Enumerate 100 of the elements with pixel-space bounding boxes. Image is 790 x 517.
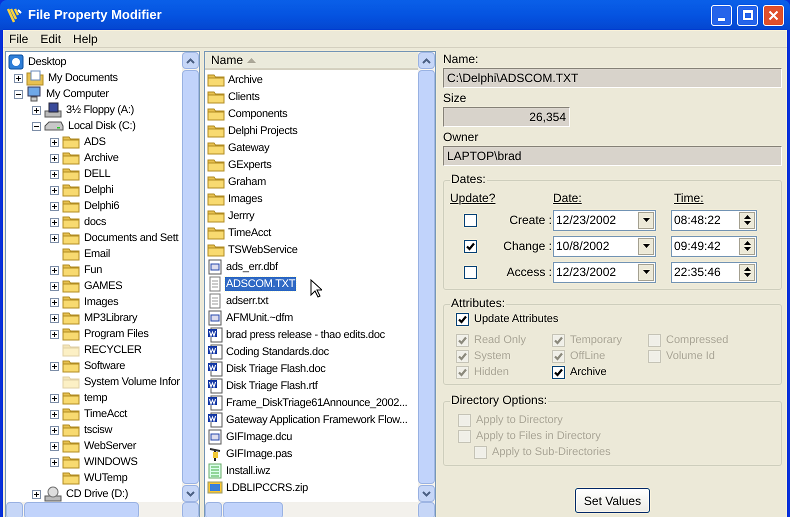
tree-item[interactable]: System Volume Infor	[83, 376, 181, 388]
tree-item[interactable]: Images	[83, 296, 120, 308]
file-name[interactable]: LDBLIPCCRS.zip	[225, 480, 309, 494]
expand-icon[interactable]	[50, 458, 59, 466]
expand-icon[interactable]	[14, 74, 23, 82]
date-picker[interactable]: 10/8/2002	[553, 236, 656, 256]
minimize-button[interactable]	[711, 4, 732, 26]
horizontal-scrollbar[interactable]	[205, 502, 435, 517]
name-column-header[interactable]: Name	[205, 52, 418, 70]
tree-item[interactable]: Program Files	[83, 328, 150, 340]
tree-item[interactable]: TimeAcct	[83, 408, 128, 420]
expand-icon[interactable]	[50, 330, 59, 338]
scroll-down-icon[interactable]	[186, 490, 195, 496]
tree-item[interactable]: Delphi	[83, 184, 114, 196]
file-name[interactable]: AFMUnit.~dfm	[225, 310, 294, 324]
expand-icon[interactable]	[50, 298, 59, 306]
file-name[interactable]: Images	[227, 192, 264, 206]
scroll-up-icon[interactable]	[186, 58, 195, 64]
menu-item[interactable]: File	[4, 30, 34, 48]
time-spinner[interactable]: 22:35:46	[671, 262, 757, 282]
menu-item[interactable]: Help	[68, 30, 103, 48]
tree-item[interactable]: GAMES	[83, 280, 124, 292]
tree-item[interactable]: DELL	[83, 168, 112, 180]
tree-item[interactable]: Email	[83, 248, 112, 260]
close-button[interactable]	[763, 4, 784, 26]
file-name[interactable]: GIFImage.pas	[225, 446, 294, 460]
horizontal-scrollbar[interactable]	[6, 502, 199, 517]
file-name[interactable]: Delphi Projects	[227, 124, 298, 138]
file-name[interactable]: brad press release - thao edits.doc	[225, 328, 386, 342]
checkbox[interactable]	[552, 366, 565, 378]
tree-item[interactable]: MP3Library	[83, 312, 138, 324]
vertical-scrollbar[interactable]	[418, 52, 435, 502]
expand-icon[interactable]	[50, 282, 59, 290]
tree-item[interactable]: tscisw	[83, 424, 114, 436]
tree-item[interactable]: ADS	[83, 136, 107, 148]
collapse-icon[interactable]	[14, 90, 23, 98]
file-name[interactable]: TSWebService	[227, 242, 299, 256]
tree-item[interactable]: CD Drive (D:)	[65, 488, 130, 500]
tree-item[interactable]: WebServer	[83, 440, 138, 452]
set-values-button[interactable]: Set Values	[575, 488, 650, 513]
expand-icon[interactable]	[50, 410, 59, 418]
tree-item[interactable]: WUTemp	[83, 472, 128, 484]
tree-item[interactable]: 3½ Floppy (A:)	[65, 104, 135, 116]
expand-icon[interactable]	[50, 138, 59, 146]
file-name[interactable]: Frame_DiskTriage61Announce_2002...	[225, 396, 408, 410]
checkbox[interactable]	[456, 312, 469, 326]
tree-item[interactable]: Software	[83, 360, 126, 372]
tree-item[interactable]: Delphi6	[83, 200, 120, 212]
file-name[interactable]: Install.iwz	[225, 464, 272, 478]
checkbox[interactable]	[464, 240, 477, 252]
tree-item[interactable]: RECYCLER	[83, 344, 143, 356]
file-name[interactable]: GIFImage.dcu	[225, 430, 294, 444]
tree-item[interactable]: Local Disk (C:)	[67, 120, 137, 132]
expand-icon[interactable]	[50, 154, 59, 162]
vertical-scrollbar[interactable]	[182, 52, 199, 502]
file-name[interactable]: ads_err.dbf	[225, 260, 279, 274]
expand-icon[interactable]	[50, 394, 59, 402]
file-name[interactable]: Gateway Application Framework Flow...	[225, 412, 408, 426]
collapse-icon[interactable]	[32, 122, 41, 130]
expand-icon[interactable]	[32, 106, 41, 114]
time-spinner[interactable]: 09:49:42	[671, 236, 757, 256]
file-name[interactable]: Jerrry	[227, 208, 256, 222]
file-name[interactable]: adserr.txt	[225, 294, 270, 308]
scroll-down-icon[interactable]	[422, 490, 431, 496]
tree-item[interactable]: My Computer	[45, 88, 110, 100]
expand-icon[interactable]	[50, 442, 59, 450]
file-name[interactable]: ADSCOM.TXT	[225, 276, 296, 290]
expand-icon[interactable]	[50, 218, 59, 226]
file-name[interactable]: Coding Standards.doc	[225, 344, 330, 358]
menu-item[interactable]: Edit	[35, 30, 66, 48]
expand-icon[interactable]	[50, 362, 59, 370]
file-name[interactable]: TimeAcct	[227, 226, 272, 240]
file-name[interactable]: GExperts	[227, 158, 272, 172]
date-picker[interactable]: 12/23/2002	[553, 210, 656, 230]
file-name[interactable]: Graham	[227, 174, 267, 188]
expand-icon[interactable]	[50, 234, 59, 242]
expand-icon[interactable]	[50, 170, 59, 178]
tree-item[interactable]: WINDOWS	[83, 456, 139, 468]
scroll-up-icon[interactable]	[422, 58, 431, 64]
tree-item[interactable]: docs	[83, 216, 108, 228]
tree-item[interactable]: temp	[83, 392, 108, 404]
tree-item[interactable]: Desktop	[27, 56, 68, 68]
expand-icon[interactable]	[50, 314, 59, 322]
tree-item[interactable]: Archive	[83, 152, 120, 164]
file-name[interactable]: Archive	[227, 72, 264, 86]
expand-icon[interactable]	[50, 202, 59, 210]
file-name[interactable]: Components	[227, 106, 288, 120]
expand-icon[interactable]	[50, 186, 59, 194]
maximize-button[interactable]	[737, 4, 758, 26]
file-name[interactable]: Clients	[227, 90, 261, 104]
tree-item[interactable]: My Documents	[47, 72, 119, 84]
time-spinner[interactable]: 08:48:22	[671, 210, 757, 230]
expand-icon[interactable]	[50, 426, 59, 434]
expand-icon[interactable]	[32, 490, 41, 498]
file-name[interactable]: Disk Triage Flash.doc	[225, 362, 326, 376]
expand-icon[interactable]	[50, 266, 59, 274]
tree-item[interactable]: Fun	[83, 264, 104, 276]
tree-item[interactable]: Documents and Sett	[83, 232, 180, 244]
file-name[interactable]: Gateway	[227, 140, 270, 154]
checkbox[interactable]	[464, 266, 477, 278]
